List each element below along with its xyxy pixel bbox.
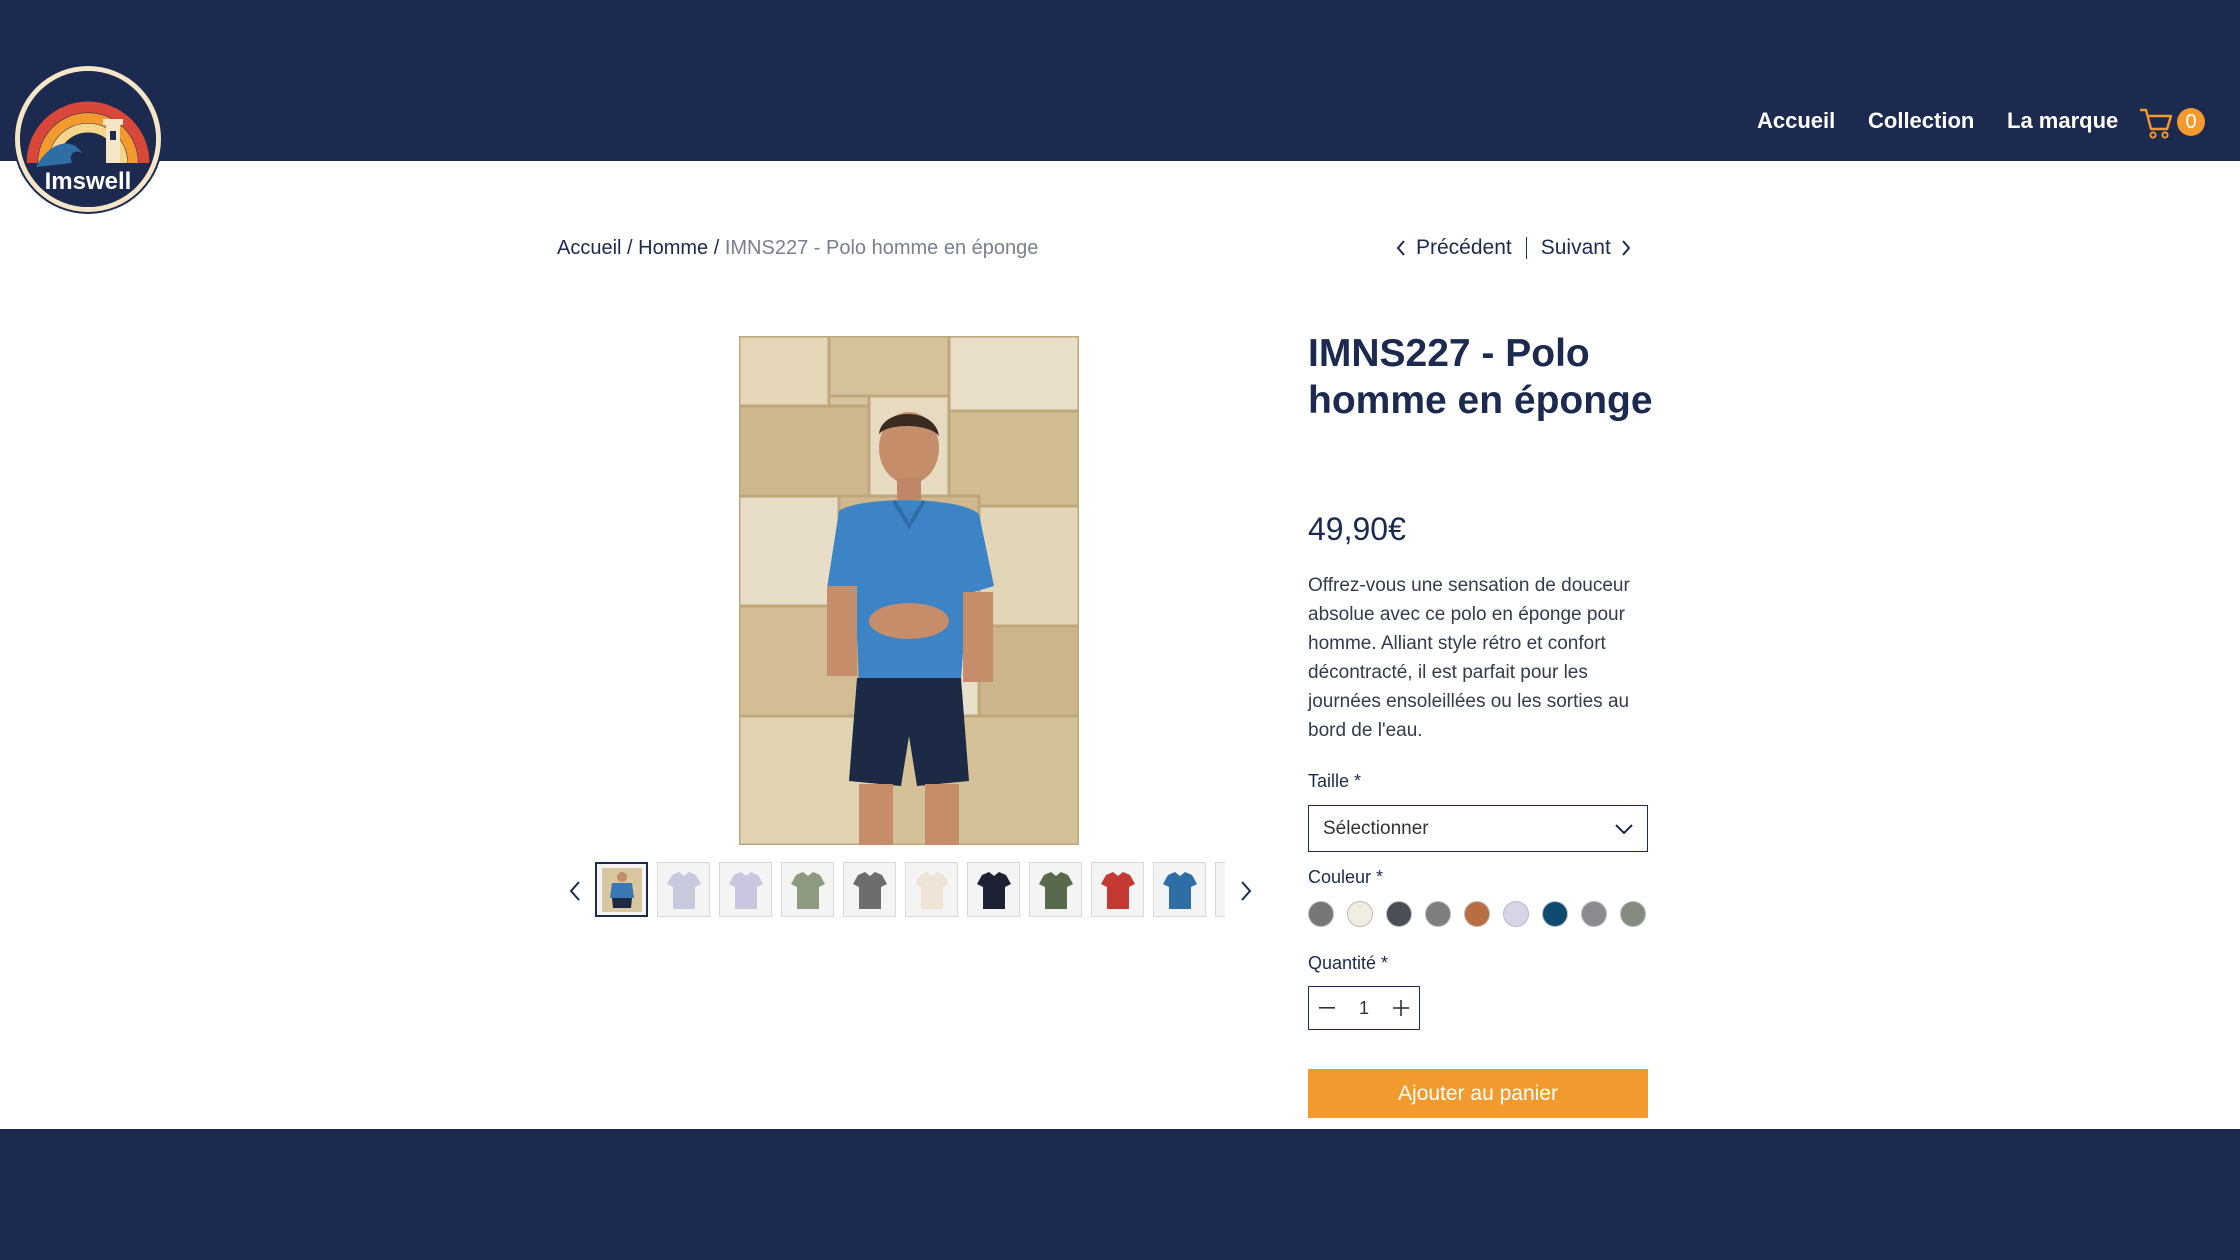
previous-label: Précédent xyxy=(1416,236,1512,259)
breadcrumb-home[interactable]: Accueil xyxy=(557,237,621,259)
color-swatch[interactable] xyxy=(1386,901,1412,927)
thumbnail[interactable] xyxy=(843,862,896,917)
product-title: IMNS227 - Polo homme en éponge xyxy=(1308,332,1653,422)
site-footer xyxy=(0,1129,2240,1260)
size-select[interactable]: Sélectionner xyxy=(1308,805,1648,852)
chevron-right-icon xyxy=(1241,881,1252,901)
chevron-left-icon xyxy=(1396,240,1405,256)
color-swatch[interactable] xyxy=(1620,901,1646,927)
cart-icon xyxy=(2140,108,2173,139)
product-main-image[interactable] xyxy=(739,336,1079,845)
chevron-down-icon xyxy=(1615,823,1633,834)
chevron-right-icon xyxy=(1622,240,1631,256)
color-swatch[interactable] xyxy=(1425,901,1451,927)
quantity-stepper: 1 xyxy=(1308,986,1420,1030)
size-select-value: Sélectionner xyxy=(1323,817,1429,839)
color-label: Couleur * xyxy=(1308,867,1384,887)
plus-icon xyxy=(1393,1000,1409,1016)
polo-thumbnail-icon xyxy=(1162,871,1197,909)
previous-product-button[interactable]: Précédent xyxy=(1396,233,1512,263)
color-swatch[interactable] xyxy=(1503,901,1529,927)
nav-collection[interactable]: Collection xyxy=(1868,104,1974,138)
thumbnail[interactable] xyxy=(1215,862,1225,917)
product-price: 49,90€ xyxy=(1308,511,1406,547)
quantity-label: Quantité * xyxy=(1308,953,1389,973)
thumbnail[interactable] xyxy=(905,862,958,917)
breadcrumb-current: IMNS227 - Polo homme en éponge xyxy=(724,237,1039,259)
product-pager: Précédent Suivant xyxy=(1396,233,1631,263)
cart-button[interactable]: 0 xyxy=(2138,104,2208,144)
increase-quantity-button[interactable] xyxy=(1383,987,1419,1029)
imswell-logo[interactable]: Imswell xyxy=(15,66,161,212)
pager-divider xyxy=(1525,237,1527,259)
size-label: Taille * xyxy=(1308,771,1362,791)
thumbnail[interactable] xyxy=(1091,862,1144,917)
decrease-quantity-button[interactable] xyxy=(1309,987,1345,1029)
thumbnail[interactable] xyxy=(967,862,1020,917)
brand-name: Imswell xyxy=(45,168,132,195)
color-swatch[interactable] xyxy=(1581,901,1607,927)
polo-thumbnail-icon xyxy=(790,871,825,909)
breadcrumb-separator: / xyxy=(708,237,725,259)
color-swatch[interactable] xyxy=(1464,901,1490,927)
thumbnail[interactable] xyxy=(657,862,710,917)
polo-thumbnail-icon xyxy=(1038,871,1073,909)
thumbnail[interactable] xyxy=(595,862,648,917)
color-swatch[interactable] xyxy=(1347,901,1373,927)
polo-thumbnail-icon xyxy=(1100,871,1135,909)
minus-icon xyxy=(1319,1007,1335,1009)
breadcrumb: Accueil / Homme / IMNS227 - Polo homme e… xyxy=(557,233,1038,263)
color-swatch[interactable] xyxy=(1542,901,1568,927)
thumbnail[interactable] xyxy=(719,862,772,917)
breadcrumb-category[interactable]: Homme xyxy=(638,237,708,259)
polo-thumbnail-icon xyxy=(976,871,1011,909)
polo-thumbnail-icon xyxy=(914,871,949,909)
polo-thumbnail-icon xyxy=(601,867,642,912)
thumbnail[interactable] xyxy=(1153,862,1206,917)
quantity-value[interactable]: 1 xyxy=(1345,998,1383,1019)
thumbnail[interactable] xyxy=(1029,862,1082,917)
breadcrumb-separator: / xyxy=(621,237,639,259)
thumbnail-strip xyxy=(595,862,1225,918)
next-label: Suivant xyxy=(1540,236,1611,259)
cart-count-badge: 0 xyxy=(2177,108,2205,136)
next-product-button[interactable]: Suivant xyxy=(1541,233,1631,263)
add-to-cart-button[interactable]: Ajouter au panier xyxy=(1308,1069,1648,1118)
product-description: Offrez-vous une sensation de douceur abs… xyxy=(1308,575,1630,741)
polo-thumbnail-icon xyxy=(852,871,887,909)
chevron-left-icon xyxy=(569,881,580,901)
color-swatch[interactable] xyxy=(1308,901,1334,927)
polo-thumbnail-icon xyxy=(728,871,763,909)
gallery-next-button[interactable] xyxy=(1231,873,1261,909)
nav-accueil[interactable]: Accueil xyxy=(1757,104,1835,138)
gallery-prev-button[interactable] xyxy=(560,873,590,909)
nav-la-marque[interactable]: La marque xyxy=(2007,104,2118,138)
thumbnail[interactable] xyxy=(781,862,834,917)
polo-thumbnail-icon xyxy=(666,871,701,909)
